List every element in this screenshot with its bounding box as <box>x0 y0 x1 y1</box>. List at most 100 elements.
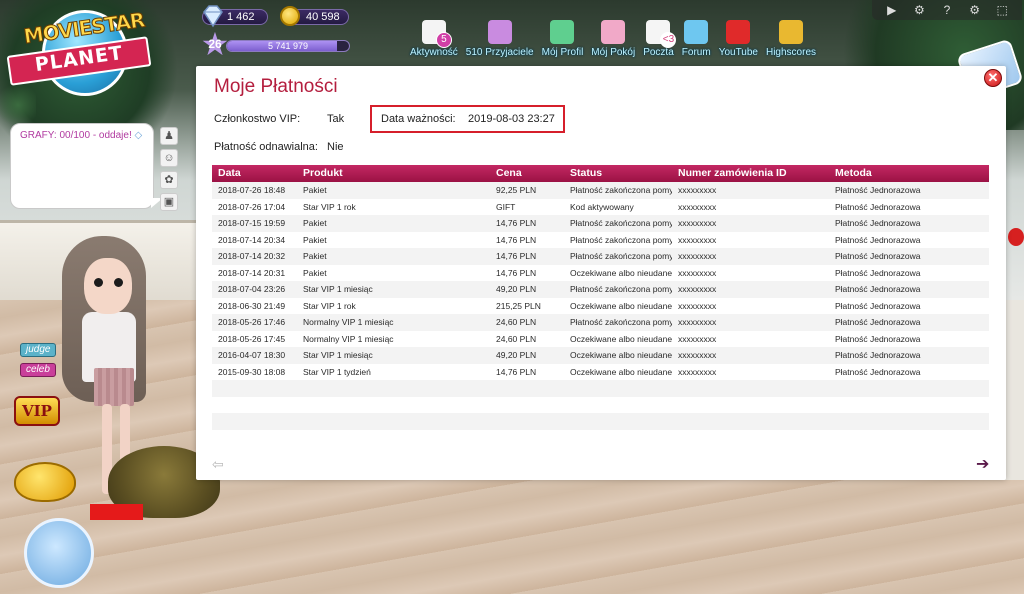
table-cell: Star VIP 1 miesiąc <box>303 284 373 294</box>
table-row: 2018-07-26 18:48 Pakiet 92,25 PLN Płatność … <box>212 182 989 199</box>
table-row: 2018-06-30 21:49 Star VIP 1 rok 215,25 PLN… <box>212 297 989 314</box>
activity-icon: 5 <box>421 20 452 48</box>
profile-icon <box>550 20 575 44</box>
table-cell: xxxxxxxxx <box>678 251 717 261</box>
main-navigation: 5 Aktywność 510 Przyjaciele Mój Profil Mój P… <box>406 6 820 58</box>
nav-item-5[interactable]: Forum <box>678 6 715 58</box>
nav-label: Poczta <box>643 47 674 58</box>
column-header[interactable]: Metoda <box>829 165 983 182</box>
chat-message: GRAFY: 00/100 - oddaje! ◇ <box>20 130 142 141</box>
table-cell: 14,76 PLN <box>496 234 537 245</box>
vip-membership-value: Tak <box>327 113 345 125</box>
table-cell: Płatność Jednorazowa <box>835 366 921 377</box>
table-cell: Pakiet <box>303 267 327 278</box>
table-cell: GIFT <box>496 201 516 212</box>
save-icon[interactable]: ▣ <box>160 193 178 211</box>
column-header[interactable]: Status <box>564 165 672 182</box>
face-icon[interactable]: ☺ <box>160 149 178 167</box>
diamond-icon <box>203 5 223 28</box>
chat-message-text: GRAFY: 00/100 - oddaje! <box>20 130 132 141</box>
table-cell: xxxxxxxxx <box>678 201 717 212</box>
previous-page-arrow-icon[interactable]: ⇦ <box>212 456 224 473</box>
column-header[interactable]: Data <box>212 165 297 182</box>
table-cell: 2018-07-15 19:59 <box>218 218 286 228</box>
close-button[interactable]: ✕ <box>984 69 1002 87</box>
nav-item-6[interactable]: YouTube <box>715 6 762 58</box>
table-row: 2018-07-14 20:31 Pakiet 14,76 PLN Oczekiwan… <box>212 264 989 281</box>
judge-tag[interactable]: judge <box>20 343 57 357</box>
notification-badge: 5 <box>435 32 452 48</box>
window-control-2-icon[interactable]: ? <box>940 3 954 17</box>
table-cell: xxxxxxxxx <box>678 366 717 377</box>
table-cell: 2018-07-26 18:48 <box>218 185 286 195</box>
table-cell: Star VIP 1 rok <box>303 300 356 311</box>
table-body: 2018-07-26 18:48 Pakiet 92,25 PLN Płatność … <box>212 182 989 430</box>
table-cell: 2018-07-14 20:34 <box>218 234 286 245</box>
table-cell: Pakiet <box>303 185 327 195</box>
window-control-3-icon[interactable]: ⚙ <box>968 3 982 17</box>
table-row: 2016-04-07 18:30 Star VIP 1 miesiąc 49,20 … <box>212 347 989 364</box>
room-icon <box>601 20 626 44</box>
nav-item-1[interactable]: 510 Przyjaciele <box>462 6 538 58</box>
window-control-1-icon[interactable]: ⚙ <box>912 3 926 17</box>
table-cell: Płatność Jednorazowa <box>835 317 921 327</box>
table-cell: Płatność zakończona pomyślnie <box>570 218 672 228</box>
table-cell: Star VIP 1 rok <box>303 201 356 212</box>
next-page-arrow-icon[interactable]: ➔ <box>976 454 989 474</box>
table-cell: Płatność Jednorazowa <box>835 218 921 228</box>
table-cell: xxxxxxxxx <box>678 267 717 278</box>
empty-table-row <box>212 396 989 413</box>
table-cell: 215,25 PLN <box>496 300 541 311</box>
table-cell: 2018-06-30 21:49 <box>218 300 286 311</box>
window-control-0-icon[interactable]: ▶ <box>885 3 899 17</box>
table-row: 2018-07-14 20:32 Pakiet 14,76 PLN Płatność … <box>212 248 989 265</box>
nav-item-2[interactable]: Mój Profil <box>538 6 588 58</box>
table-cell: Płatność Jednorazowa <box>835 350 921 360</box>
table-cell: Normalny VIP 1 miesiąc <box>303 333 394 344</box>
dialog-title: Moje Płatności <box>214 76 338 97</box>
table-row: 2018-05-26 17:46 Normalny VIP 1 miesiąc 24… <box>212 314 989 331</box>
column-header[interactable]: Produkt <box>297 165 490 182</box>
pet-portrait[interactable] <box>24 518 94 588</box>
fame-points: 5 741 979 <box>267 41 309 51</box>
table-cell: xxxxxxxxx <box>678 218 717 228</box>
table-cell: Płatność Jednorazowa <box>835 234 921 245</box>
empty-table-row <box>212 413 989 430</box>
starcoin-icon <box>280 6 300 26</box>
nav-label: 510 Przyjaciele <box>465 47 534 58</box>
piggy-bank-icon[interactable] <box>14 462 76 502</box>
vip-membership-label: Członkostwo VIP: <box>214 113 301 125</box>
pose-icon[interactable]: ♟ <box>160 127 178 145</box>
table-cell: Star VIP 1 miesiąc <box>303 350 373 360</box>
table-cell: 2015-09-30 18:08 <box>218 366 286 377</box>
table-cell: Płatność zakończona pomyślnie <box>570 185 672 195</box>
pet-icon[interactable]: ✿ <box>160 171 178 189</box>
trophy-icon <box>779 20 803 44</box>
table-cell: Płatność Jednorazowa <box>835 185 921 195</box>
window-control-4-icon[interactable]: ⬚ <box>995 3 1009 17</box>
table-row: 2018-07-04 23:26 Star VIP 1 miesiąc 49,20 … <box>212 281 989 298</box>
nav-item-7[interactable]: Highscores <box>762 6 820 58</box>
table-cell: xxxxxxxxx <box>678 350 717 360</box>
table-row: 2015-09-30 18:08 Star VIP 1 tydzień 14,76 … <box>212 363 989 380</box>
nav-item-3[interactable]: Mój Pokój <box>587 6 639 58</box>
table-cell: 92,25 PLN <box>496 185 537 195</box>
table-cell: Pakiet <box>303 251 327 261</box>
column-header[interactable]: Numer zamówienia ID <box>672 165 829 182</box>
avatar-action-icons: ♟ ☺ ✿ ▣ <box>160 127 180 211</box>
redacted-name <box>90 504 143 520</box>
table-cell: 2018-07-04 23:26 <box>218 284 286 294</box>
table-cell: Oczekiwane albo nieudane <box>570 300 672 311</box>
column-header[interactable]: Cena <box>490 165 564 182</box>
nav-item-4[interactable]: <3 Poczta <box>639 6 678 58</box>
table-cell: xxxxxxxxx <box>678 300 717 311</box>
avatar-skirt <box>94 368 134 406</box>
table-cell: Płatność zakończona pomyślnie <box>570 234 672 245</box>
table-cell: xxxxxxxxx <box>678 317 717 327</box>
celeb-tag[interactable]: celeb <box>20 363 56 377</box>
level-number: 26 <box>208 37 222 51</box>
nav-item-0[interactable]: 5 Aktywność <box>406 6 462 58</box>
vip-badge[interactable]: VIP <box>14 396 60 426</box>
window-controls: ▶ ⚙? ⚙ ⬚ <box>872 0 1022 20</box>
counter-right <box>1004 300 1024 480</box>
